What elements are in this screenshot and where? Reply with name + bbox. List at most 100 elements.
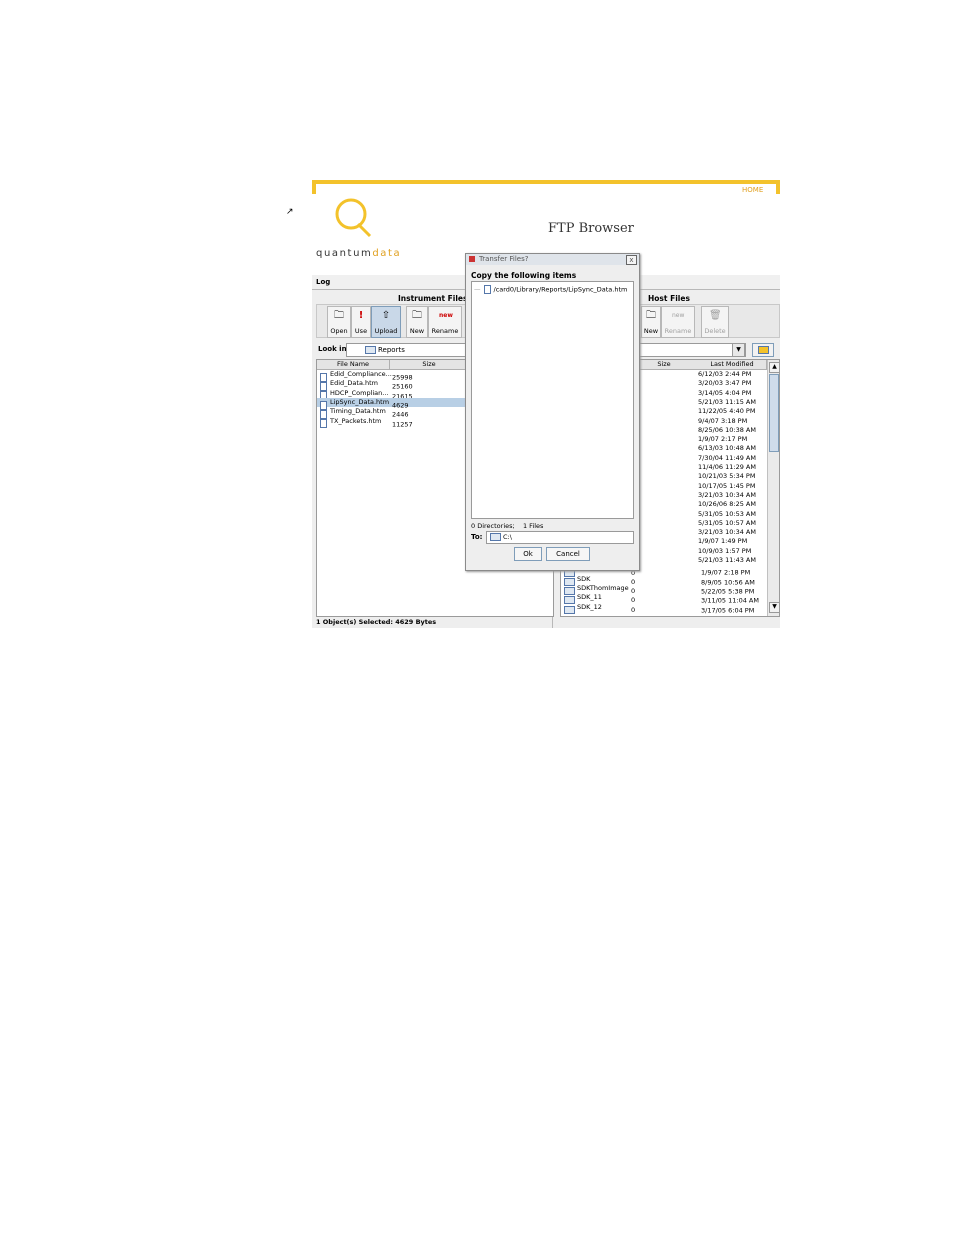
header-gold-bar (312, 180, 780, 184)
new-folder-icon: 🗀 (646, 310, 656, 321)
scroll-up-icon[interactable]: ▲ (769, 362, 779, 373)
rename-button[interactable]: new Rename (428, 306, 462, 338)
table-row[interactable]: SDK 0 8/9/05 10:56 AM (561, 574, 767, 586)
upload-icon: ⇧ (381, 310, 391, 321)
rename-icon: new (439, 312, 453, 319)
host-modified-cell: 8/25/06 10:38 AM (698, 425, 756, 434)
look-in-label: Look in: (318, 345, 350, 353)
host-modified-cell: 1/9/07 1:49 PM (698, 537, 748, 546)
table-row[interactable]: Timing_Data.htm 2446 (317, 407, 467, 419)
host-file-name: SDK_12 (577, 602, 602, 611)
transfer-item[interactable]: —/card0/Library/Reports/LipSync_Data.htm (474, 285, 627, 294)
host-new-button[interactable]: 🗀 New (641, 306, 661, 338)
cancel-button[interactable]: Cancel (546, 547, 590, 561)
folder-icon (365, 346, 376, 354)
file-icon (320, 419, 327, 429)
host-modified-cell: 5/31/05 10:53 AM (698, 509, 756, 518)
host-modified-cell: 5/21/03 11:43 AM (698, 556, 756, 564)
logo-data: data (372, 248, 402, 259)
file-name: LipSync_Data.htm (330, 397, 390, 406)
host-file-name: SDK_11 (577, 593, 602, 602)
transfer-files-dialog: Transfer Files? x Copy the following ite… (465, 253, 640, 571)
host-scrollbar[interactable]: ▲ ▼ (767, 360, 779, 616)
host-modified-cell: 10/21/03 5:34 PM (698, 472, 756, 481)
column-file-name[interactable]: File Name (317, 360, 390, 370)
table-row[interactable]: LipSync_Data.htm 4629 (317, 397, 467, 410)
table-row[interactable]: SDKThomImage 0 5/22/05 5:38 PM (561, 583, 767, 596)
transfer-items-list: —/card0/Library/Reports/LipSync_Data.htm (471, 281, 634, 519)
host-file-name: SDK (577, 574, 591, 583)
file-name: Timing_Data.htm (330, 407, 386, 416)
table-row[interactable]: SDK_12 0 3/17/05 6:04 PM (561, 602, 767, 614)
host-modified-cell: 3/17/05 6:04 PM (701, 605, 755, 614)
table-row[interactable]: HDCP_Complian... 21615 (317, 388, 467, 401)
host-modified-cell: 5/21/03 11:15 AM (698, 397, 756, 406)
scroll-thumb[interactable] (769, 374, 779, 452)
host-modified-cell: 3/21/03 10:34 AM (698, 490, 756, 499)
host-modified-cell: 7/30/04 11:49 AM (698, 453, 756, 462)
ok-button[interactable]: Ok (514, 547, 542, 561)
new-button[interactable]: 🗀 New (406, 306, 428, 338)
host-delete-button[interactable]: 🗑 Delete (701, 306, 729, 338)
file-name: Edid_Compliance... (330, 370, 392, 378)
host-modified-cell: 9/4/07 3:18 PM (698, 416, 748, 425)
host-modified-cell: 10/17/05 1:45 PM (698, 481, 756, 490)
file-name: Edid_Data.htm (330, 379, 379, 388)
java-icon (469, 256, 475, 262)
up-folder-button[interactable] (752, 343, 774, 357)
page-title: FTP Browser (548, 221, 634, 236)
host-modified-cell: 10/26/06 8:25 AM (698, 500, 756, 509)
host-modified-cell: 3/21/03 10:34 AM (698, 528, 756, 537)
to-field[interactable]: C:\ (486, 531, 634, 544)
to-label: To: (471, 533, 483, 541)
table-row[interactable]: SDK_11 0 3/11/05 11:04 AM (561, 593, 767, 605)
mouse-cursor-icon: ↗ (286, 207, 294, 217)
host-modified-cell: 6/12/03 2:44 PM (698, 370, 752, 378)
folder-icon (564, 605, 575, 614)
host-modified-cell: 6/13/03 10:48 AM (698, 444, 756, 453)
quantumdata-logo-icon (335, 198, 372, 238)
host-modified-cell: 5/31/05 10:57 AM (698, 518, 756, 527)
host-modified-cell: 3/20/03 3:47 PM (698, 379, 752, 388)
host-modified-cell: 11/4/06 11:29 AM (698, 463, 756, 471)
drive-icon (490, 533, 501, 541)
table-row[interactable]: TX_Packets.htm 11257 (317, 416, 467, 429)
instrument-status: 1 Object(s) Selected: 4629 Bytes (316, 618, 437, 626)
host-file-name: SDKThomImage (577, 583, 629, 592)
upload-button[interactable]: ⇧ Upload (371, 306, 401, 338)
file-name: TX_Packets.htm (330, 416, 382, 425)
combo-dropdown-icon[interactable]: ▼ (732, 343, 745, 357)
table-row[interactable]: Edid_Data.htm 25160 (317, 379, 467, 392)
file-name: HDCP_Complian... (330, 388, 389, 397)
home-link[interactable]: HOME (742, 186, 763, 194)
host-modified-cell: 10/9/03 1:57 PM (698, 546, 752, 555)
host-modified-cell: 1/9/07 2:17 PM (698, 435, 748, 444)
column-size[interactable]: Size (390, 360, 469, 370)
open-button[interactable]: 🗀 Open (327, 306, 351, 338)
file-icon (483, 285, 491, 294)
dialog-summary: 0 Directories; 1 Files (471, 522, 544, 530)
host-toolbar: 🗀 New new Rename 🗑 Delete (638, 304, 780, 338)
menu-log[interactable]: Log (316, 278, 330, 286)
header-gold-right (776, 180, 780, 194)
host-modified-cell: 11/22/05 4:40 PM (698, 407, 756, 416)
scroll-down-icon[interactable]: ▼ (769, 602, 779, 613)
header-gold-left (312, 180, 316, 194)
folder-open-icon: 🗀 (334, 310, 344, 321)
instrument-pane-title: Instrument Files (398, 294, 468, 303)
host-pane-title: Host Files (648, 294, 690, 303)
host-rename-button[interactable]: new Rename (661, 306, 695, 338)
column-last-modified[interactable]: Last Modified (698, 360, 767, 370)
up-folder-icon (757, 346, 769, 354)
use-button[interactable]: ! Use (351, 306, 371, 338)
rename-icon: new (672, 312, 685, 319)
file-size: 11257 (392, 419, 413, 428)
close-icon[interactable]: x (626, 255, 637, 265)
trash-icon: 🗑 (709, 310, 722, 321)
host-modified-cell: 3/14/05 4:04 PM (698, 388, 752, 397)
table-row[interactable]: Edid_Compliance...25998 (317, 370, 467, 382)
logo-wordmark: quantumdata (316, 248, 401, 259)
dialog-title: Transfer Files? (479, 255, 529, 263)
dialog-heading: Copy the following items (471, 271, 577, 280)
host-file-size: 0 (631, 605, 636, 614)
